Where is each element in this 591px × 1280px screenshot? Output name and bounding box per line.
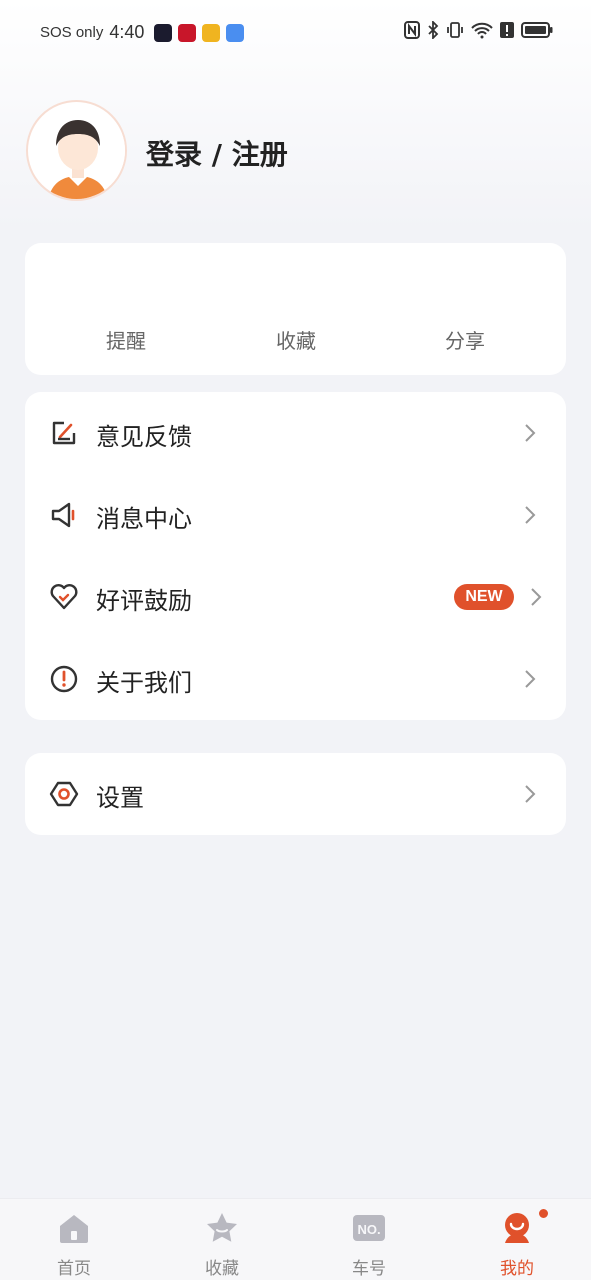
wifi-icon xyxy=(471,22,493,39)
menu-item-feedback[interactable]: 意见反馈 xyxy=(25,392,566,474)
notification-dot xyxy=(538,1208,549,1219)
number-icon: NO. xyxy=(353,1215,385,1241)
chevron-right-icon xyxy=(525,785,536,803)
edit-icon xyxy=(52,421,76,445)
chevron-right-icon xyxy=(525,506,536,524)
profile-header[interactable]: 登录 / 注册 xyxy=(26,100,566,201)
notification-app-icon xyxy=(178,23,197,42)
new-badge: NEW xyxy=(454,584,514,610)
heart-icon xyxy=(50,584,78,610)
menu-item-messages[interactable]: 消息中心 xyxy=(25,474,566,556)
tab-favorites[interactable]: 收藏 xyxy=(172,1199,272,1280)
menu-item-label: 意见反馈 xyxy=(96,423,192,451)
notification-app-icon xyxy=(202,23,221,42)
speaker-icon xyxy=(51,502,75,528)
clock: 4:40 xyxy=(109,22,145,42)
carrier-text: SOS only xyxy=(40,24,104,41)
chevron-right-icon xyxy=(525,424,536,442)
svg-text:NO.: NO. xyxy=(357,1222,380,1237)
tab-label: 收藏 xyxy=(205,1259,239,1279)
avatar[interactable] xyxy=(26,100,127,201)
menu-item-about[interactable]: 关于我们 xyxy=(25,638,566,720)
profile-icon xyxy=(505,1213,529,1243)
menu-item-label: 好评鼓励 xyxy=(96,587,192,615)
home-icon xyxy=(60,1215,88,1243)
stat-shares[interactable]: 分享 xyxy=(405,325,525,354)
menu-item-label: 关于我们 xyxy=(96,669,192,697)
chevron-right-icon xyxy=(531,588,542,606)
bluetooth-icon xyxy=(428,21,439,39)
notification-app-icon xyxy=(226,23,245,42)
stat-favorites[interactable]: 收藏 xyxy=(236,325,356,354)
tab-label: 车号 xyxy=(352,1259,386,1279)
menu-item-settings[interactable]: 设置 xyxy=(25,753,566,835)
menu-item-rate-us[interactable]: 好评鼓励 NEW xyxy=(25,556,566,638)
tab-home[interactable]: 首页 xyxy=(24,1199,124,1280)
tab-label: 首页 xyxy=(57,1259,91,1279)
settings-icon xyxy=(49,781,79,807)
stat-reminders[interactable]: 提醒 xyxy=(66,325,186,354)
alert-icon xyxy=(500,22,514,38)
login-register-link[interactable]: 登录 / 注册 xyxy=(146,133,288,173)
notification-app-icon xyxy=(154,23,173,42)
stats-card: 提醒 收藏 分享 xyxy=(25,243,566,375)
chevron-right-icon xyxy=(525,670,536,688)
battery-icon xyxy=(521,22,553,38)
status-bar: SOS only 4:40 xyxy=(0,0,591,66)
tab-mine[interactable]: 我的 xyxy=(467,1199,567,1280)
info-icon xyxy=(50,665,78,693)
vibrate-icon xyxy=(447,22,463,38)
menu-card: 意见反馈 消息中心 好评鼓励 NEW 关于我们 xyxy=(25,392,566,720)
bottom-tab-bar: 首页 收藏 NO. 车号 我的 xyxy=(0,1198,591,1280)
menu-item-label: 设置 xyxy=(96,784,144,812)
star-icon xyxy=(207,1213,237,1242)
tab-car-number[interactable]: NO. 车号 xyxy=(319,1199,419,1280)
settings-card: 设置 xyxy=(25,753,566,835)
menu-item-label: 消息中心 xyxy=(96,505,192,533)
tab-label: 我的 xyxy=(500,1259,534,1279)
nfc-icon xyxy=(404,21,420,39)
